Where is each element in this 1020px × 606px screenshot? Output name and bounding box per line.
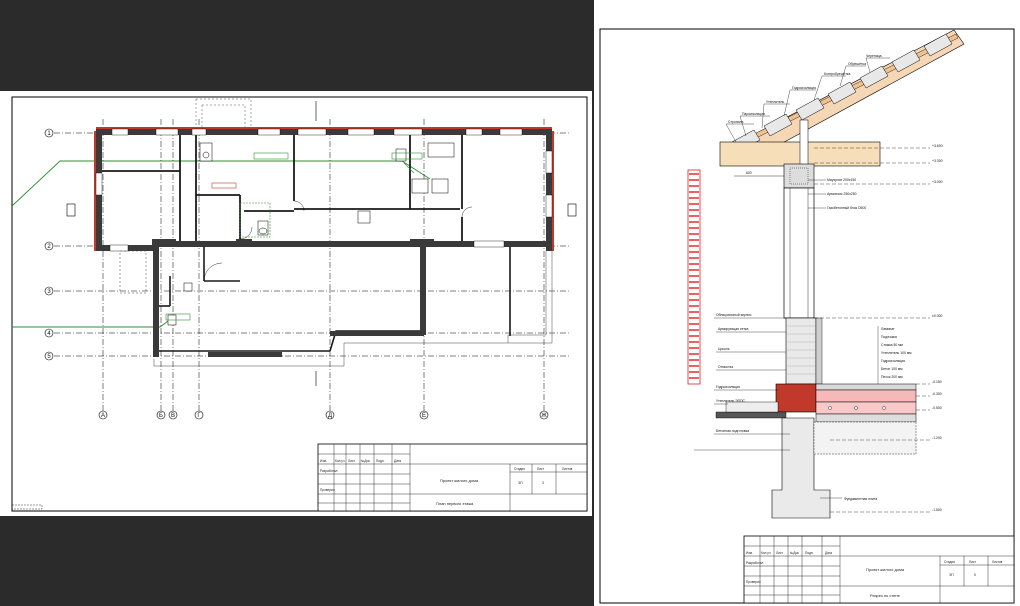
tb-role-developer: Разработал [320, 469, 337, 473]
wall-label: Облицовочный кирпич [716, 313, 752, 317]
tb-header: Изм. [746, 551, 753, 555]
axis-label: Е [422, 413, 426, 419]
level-mark: -0.300 [932, 392, 942, 396]
tb-stage-label: Стадия [944, 560, 955, 564]
tb-header: Лист [776, 551, 783, 555]
level-mark: -0.150 [932, 380, 942, 384]
axis-label: В [171, 413, 175, 419]
roof-label: Гидроизоляция [792, 86, 816, 90]
tb-header: Подп. [805, 551, 814, 555]
tb-stage-value: ЭП [518, 481, 523, 485]
windows [95, 128, 553, 252]
site-line-2 [12, 315, 176, 328]
axis-label: Б [159, 413, 163, 419]
level-marks: +3.600 +3.300 +3.000 ±0.000 -0.150 -0.30… [932, 144, 943, 512]
terrace-outline [119, 250, 553, 367]
level-lines [814, 147, 930, 513]
floor-layer: Ламинат [881, 327, 895, 331]
floor-layer: Гидроизоляция [881, 359, 905, 363]
axis-label: Ж [541, 413, 547, 419]
wall [775, 187, 823, 413]
tb-header: №Док [361, 459, 370, 463]
roof-label: Пароизоляция [742, 112, 765, 116]
tb-header: Лист [348, 459, 355, 463]
level-mark: -1.200 [932, 436, 942, 440]
roof-label: Обрешётка [848, 62, 866, 66]
roof-label: Черепица [866, 54, 882, 58]
tb-header: №Док [790, 551, 799, 555]
scale-marker [11, 504, 43, 510]
level-mark: +3.600 [932, 144, 943, 148]
wall-label: Гидроизоляция [716, 385, 740, 389]
tb-sheet-value: 5 [974, 573, 976, 577]
exterior-walls [94, 127, 554, 251]
tb-sheet-label: Лист [969, 560, 976, 564]
wall-label: Мауэрлат 200х150 [827, 178, 856, 182]
top-porch [195, 98, 252, 132]
floor-layer: Утеплитель 100 мм [881, 351, 912, 355]
tb-header: Дата [825, 551, 832, 555]
wall-label: Армирующая сетка [718, 327, 748, 331]
wall-label: Утеплитель ЭППС [716, 399, 746, 403]
tb-sheet-title: План первого этажа [436, 501, 474, 506]
interior-walls [102, 135, 463, 241]
level-mark: -1.500 [932, 508, 942, 512]
foundation [771, 417, 917, 519]
tb-project-title: Проект жилого дома [866, 567, 905, 572]
dimension-text: 600 [746, 171, 752, 175]
wall-section-drawing: Стропила Пароизоляция Утеплитель Гидроиз… [599, 28, 1015, 604]
axis-label: A [101, 413, 105, 419]
floor-slab [715, 383, 917, 423]
axis-bubbles-cols: A Б В Г Д Е Ж [98, 410, 549, 420]
red-annotation [211, 182, 237, 189]
title-block: Изм. Кол.уч Лист №Док Подп. Дата Разрабо… [743, 535, 1015, 604]
wall-label: Фундаментная плита [844, 497, 877, 501]
floor-plan-sheet: 1 2 3 4 5 A Б В Г Д Е Ж Изм. Кол.уч Лист… [0, 91, 592, 516]
roof-label: Контробрешётка [824, 72, 850, 76]
floor-layer: Бетон 100 мм [881, 367, 903, 371]
wall-label: Армопояс 250х250 [827, 192, 857, 196]
axis-lines-vertical [102, 119, 545, 411]
axis-bubbles-rows: 1 2 3 4 5 [44, 128, 54, 361]
floor-layer-legend: Ламинат Подложка Стяжка 50 мм Утеплитель… [877, 326, 912, 384]
roof-label: Стропила [728, 120, 743, 124]
lower-wall-segments [152, 239, 434, 357]
tb-header: Изм. [320, 459, 327, 463]
tb-sheet-title: Разрез по стене [870, 593, 901, 598]
tb-role-checker: Проверил [746, 580, 761, 584]
tb-header: Дата [394, 459, 401, 463]
floor-plan-drawing: 1 2 3 4 5 A Б В Г Д Е Ж Изм. Кол.уч Лист… [11, 96, 588, 512]
wall-label: Отмостка [718, 365, 733, 369]
tb-sheets-label: Листов [992, 560, 1003, 564]
tb-project-title: Проект жилого дома [440, 478, 479, 483]
axis-label: Д [328, 413, 332, 419]
roof [719, 29, 965, 189]
tb-role-developer: Разработал [746, 561, 763, 565]
floor-layer: Стяжка 50 мм [881, 343, 904, 347]
level-mark: +3.000 [932, 180, 943, 184]
tb-header: Подп. [376, 459, 385, 463]
tb-sheet-value: 3 [542, 481, 544, 485]
tb-header: Кол.уч [761, 551, 771, 555]
level-mark: +3.300 [932, 159, 943, 163]
tb-header: Кол.уч [335, 459, 345, 463]
floor-layer: Песок 200 мм [881, 375, 903, 379]
tb-sheet-label: Лист [537, 467, 544, 471]
tb-stage-value: ЭП [949, 573, 954, 577]
floor-layer: Подложка [881, 335, 897, 339]
site-line [11, 160, 431, 207]
tb-sheets-label: Листов [562, 467, 573, 471]
roof-label: Утеплитель [766, 100, 785, 104]
title-block: Изм. Кол.уч Лист №Док Подп. Дата Разрабо… [317, 443, 588, 512]
wall-label: Бетонная подготовка [716, 429, 749, 433]
level-mark: -0.500 [932, 406, 942, 410]
wall-label: Цоколь [718, 347, 730, 351]
tb-role-checker: Проверил [320, 488, 335, 492]
tb-stage-label: Стадия [514, 467, 525, 471]
wall-label: Газобетонный блок D500 [827, 206, 866, 210]
wall-section-sheet: Стропила Пароизоляция Утеплитель Гидроиз… [594, 0, 1020, 606]
brick-hatch [687, 169, 701, 385]
level-mark: ±0.000 [932, 314, 942, 318]
